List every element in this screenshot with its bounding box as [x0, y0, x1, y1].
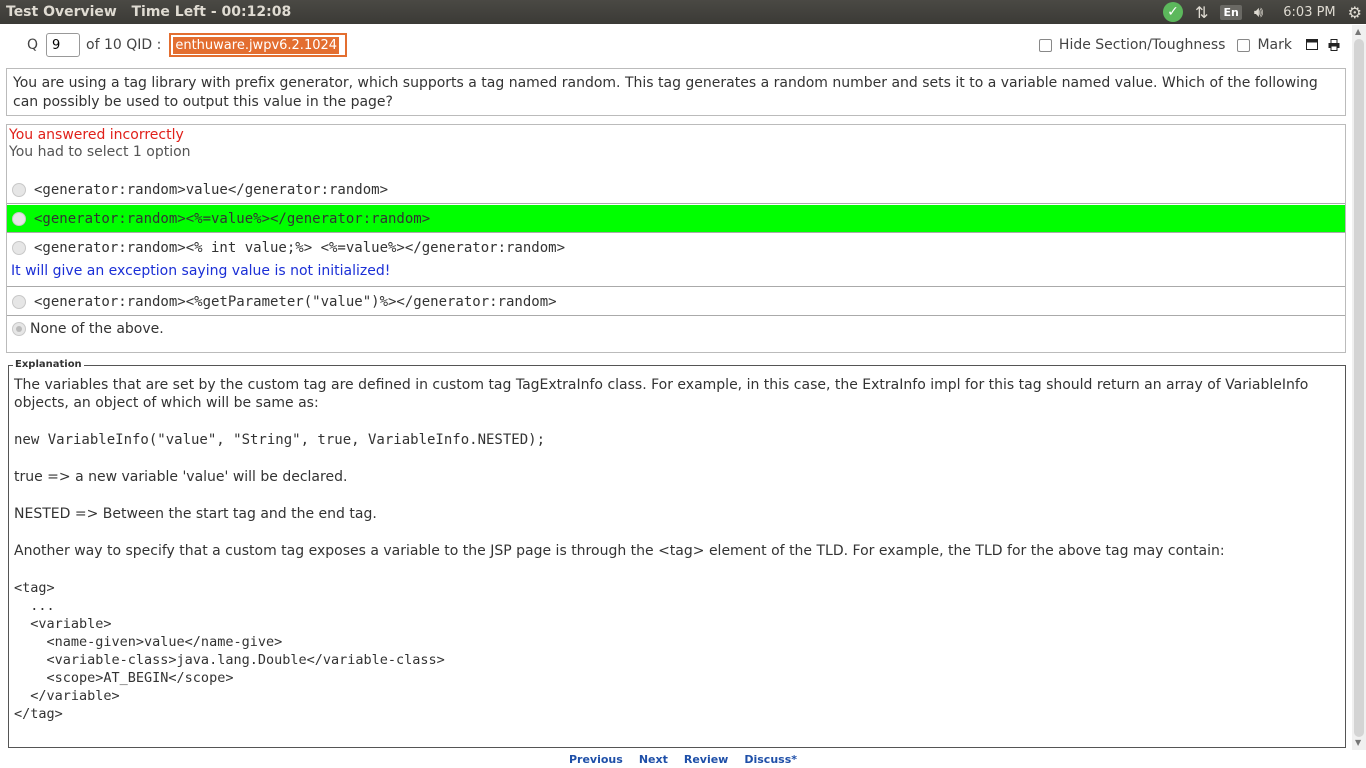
option-3[interactable]: <generator:random><% int value;%> <%=val…	[7, 234, 1345, 261]
network-arrows-icon[interactable]: ⇅	[1195, 0, 1208, 24]
divider	[7, 232, 1345, 233]
discuss-link[interactable]: Discuss*	[744, 753, 797, 766]
option-radio[interactable]	[12, 182, 26, 197]
explanation-paragraph: Another way to specify that a custom tag…	[14, 543, 1225, 559]
hide-section-checkbox[interactable]: Hide Section/Toughness	[1038, 37, 1225, 53]
explanation-paragraph: NESTED => Between the start tag and the …	[14, 506, 377, 522]
question-number-input[interactable]	[46, 33, 81, 57]
clock[interactable]: 6:03 PM	[1283, 0, 1335, 24]
volume-icon[interactable]: 🔊︎	[1254, 0, 1263, 24]
option-4[interactable]: <generator:random><%getParameter("value"…	[7, 288, 1345, 315]
power-gear-icon[interactable]: ⚙	[1348, 0, 1362, 24]
question-label: Q	[27, 37, 39, 53]
scroll-thumb[interactable]	[1354, 39, 1364, 737]
answer-status: You answered incorrectly	[9, 127, 184, 143]
option-radio[interactable]	[12, 240, 26, 255]
option-1[interactable]: <generator:random>value</generator:rando…	[7, 176, 1345, 203]
option-comment: It will give an exception saying value i…	[11, 263, 391, 279]
explanation-paragraph: true => a new variable 'value' will be d…	[14, 469, 348, 485]
vertical-scrollbar[interactable]: ▲ ▼	[1352, 25, 1366, 750]
system-tray: ✓ ⇅ En 🔊︎ 6:03 PM ⚙	[1157, 0, 1366, 24]
bottom-navigation: Previous Next Review Discuss*	[0, 750, 1366, 768]
scroll-down-icon[interactable]: ▼	[1355, 738, 1361, 747]
mark-checkbox[interactable]: Mark	[1237, 37, 1292, 53]
top-panel: Test Overview Time Left - 00:12:08 ✓ ⇅ E…	[0, 0, 1366, 24]
explanation-paragraph: The variables that are set by the custom…	[14, 377, 1309, 411]
question-count-label: of 10 QID :	[86, 37, 162, 53]
previous-link[interactable]: Previous	[569, 753, 623, 766]
keyboard-language[interactable]: En	[1220, 0, 1242, 24]
explanation-code-block: <tag> ... <variable> <name-given>value</…	[14, 580, 445, 722]
print-icon[interactable]	[1328, 39, 1340, 51]
explanation-legend: Explanation	[13, 359, 84, 370]
window-title: Test Overview Time Left - 00:12:08	[6, 4, 292, 20]
explanation-panel: Explanation The variables that are set b…	[8, 359, 1346, 748]
options-panel: You answered incorrectly You had to sele…	[6, 124, 1346, 353]
explanation-code: new VariableInfo("value", "String", true…	[14, 432, 546, 448]
divider	[7, 286, 1345, 287]
option-label: <generator:random><% int value;%> <%=val…	[34, 239, 566, 256]
question-header: Q of 10 QID : enthuware.jwpv6.2.1024 Hid…	[0, 30, 1352, 60]
option-label: <generator:random><%=value%></generator:…	[34, 210, 431, 227]
option-5-selected[interactable]: None of the above.	[7, 315, 1345, 342]
window-icon[interactable]	[1306, 39, 1318, 51]
answer-instruction: You had to select 1 option	[9, 144, 191, 160]
question-text: You are using a tag library with prefix …	[6, 68, 1346, 116]
next-link[interactable]: Next	[639, 753, 668, 766]
option-label: None of the above.	[30, 320, 164, 337]
option-radio[interactable]	[12, 321, 26, 336]
scroll-up-icon[interactable]: ▲	[1355, 27, 1361, 36]
option-label: <generator:random>value</generator:rando…	[34, 181, 389, 198]
option-radio[interactable]	[12, 294, 26, 309]
review-link[interactable]: Review	[684, 753, 729, 766]
check-icon[interactable]: ✓	[1163, 0, 1184, 24]
option-2-correct[interactable]: <generator:random><%=value%></generator:…	[7, 205, 1345, 232]
divider	[7, 203, 1345, 204]
option-label: <generator:random><%getParameter("value"…	[34, 293, 557, 310]
option-radio[interactable]	[12, 211, 26, 226]
qid-value: enthuware.jwpv6.2.1024	[173, 36, 340, 54]
qid-field[interactable]: enthuware.jwpv6.2.1024	[169, 33, 348, 57]
